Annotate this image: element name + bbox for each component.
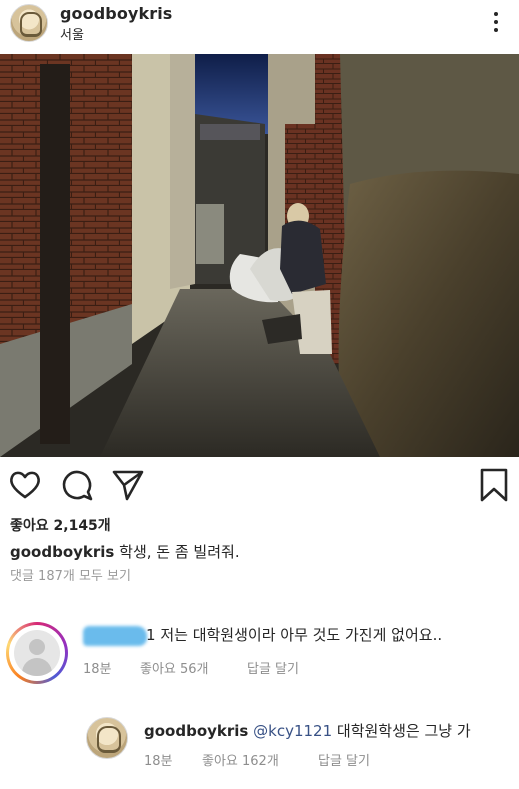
comment-likes[interactable]: 좋아요 56개 [140,658,209,677]
view-all-comments-link[interactable]: 댓글 187개 모두 보기 [10,567,131,581]
share-icon[interactable] [111,468,145,502]
comment-icon[interactable] [60,468,94,502]
comment-reply-item: goodboykris @kcy1121 대학원학생은 그냥 가 18분 좋아요… [0,712,519,789]
comment-time: 18분 [83,662,112,677]
reply-time: 18분 [144,754,173,769]
reply-likes[interactable]: 좋아요 162개 [202,750,279,769]
post-header: goodboykris 서울 [0,0,519,52]
reply-username[interactable]: goodboykris [144,722,248,740]
comment-text: 1 저는 대학원생이라 아무 것도 가진게 없어요.. [146,624,442,645]
reply-reply-button[interactable]: 답글 달기 [318,750,370,769]
username-tail: 1 [146,626,156,644]
reply-author-avatar[interactable] [86,717,128,759]
commenter-avatar [14,630,60,676]
reply-mention[interactable]: @kcy1121 [253,722,332,740]
author-username[interactable]: goodboykris [60,4,172,23]
more-vertical-icon[interactable] [486,8,506,36]
author-avatar[interactable] [10,4,48,42]
post-caption: goodboykris 학생, 돈 좀 빌려줘. [10,541,240,562]
likes-count[interactable]: 좋아요 2,145개 [10,515,111,535]
post-actions [0,468,519,508]
heart-icon[interactable] [8,468,42,502]
redacted-username [83,626,147,646]
reply-button[interactable]: 답글 달기 [247,658,299,677]
post-photo[interactable] [0,54,519,457]
caption-text: 학생, 돈 좀 빌려줘. [119,543,240,561]
story-ring[interactable] [6,622,68,684]
post-location[interactable]: 서울 [60,24,84,43]
comment-item: 1 저는 대학원생이라 아무 것도 가진게 없어요.. 18분 좋아요 56개 … [0,610,519,684]
caption-username[interactable]: goodboykris [10,543,114,561]
reply-body: 대학원학생은 그냥 가 [336,722,471,740]
reply-text: goodboykris @kcy1121 대학원학생은 그냥 가 [144,720,471,741]
comment-body: 저는 대학원생이라 아무 것도 가진게 없어요.. [160,626,443,644]
bookmark-icon[interactable] [477,468,511,502]
